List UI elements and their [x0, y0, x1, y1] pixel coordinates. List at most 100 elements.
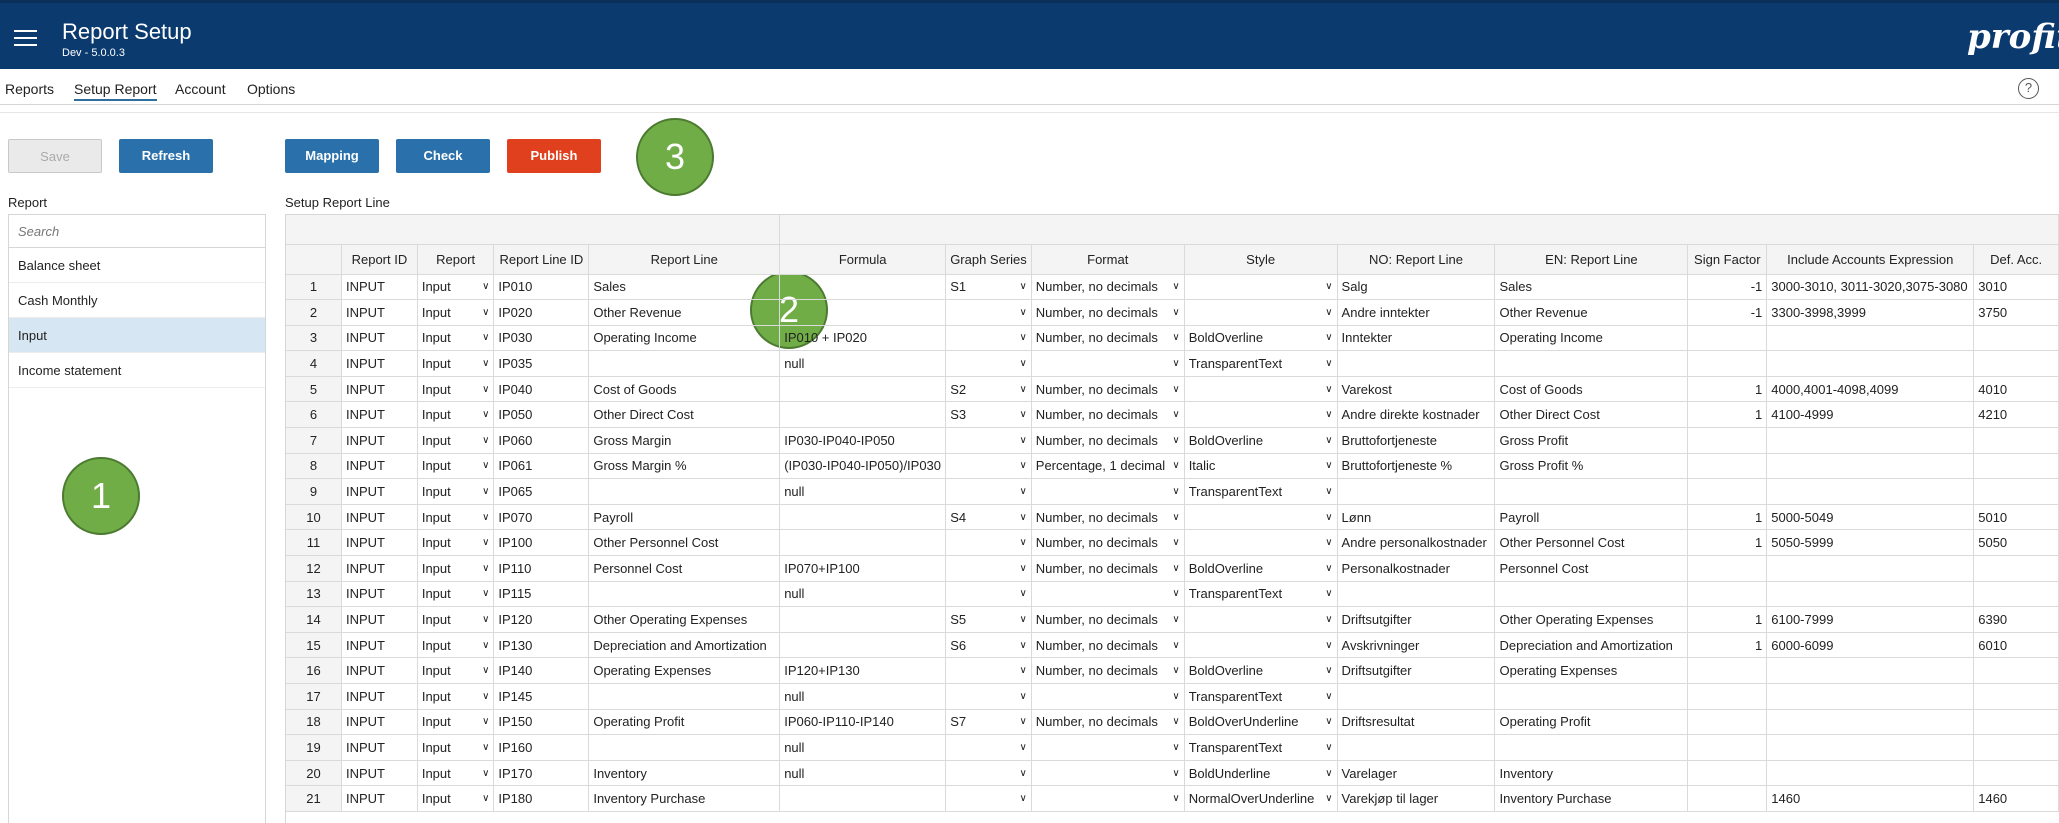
table-row[interactable]: 18 INPUT Input ∨ IP150 Operating Profit IP060-…: [286, 709, 2059, 736]
grid-cell[interactable]: [1973, 709, 2059, 736]
grid-cell[interactable]: 3300-3998,3999: [1766, 299, 1975, 326]
grid-dropdown-cell[interactable]: Input ∨: [417, 299, 495, 326]
grid-cell[interactable]: Gross Margin %: [588, 453, 781, 480]
grid-cell[interactable]: [1766, 581, 1975, 608]
grid-dropdown-cell[interactable]: ∨: [1184, 632, 1338, 659]
grid-cell[interactable]: Andre direkte kostnader: [1337, 401, 1496, 429]
chevron-down-icon[interactable]: ∨: [480, 537, 489, 548]
grid-cell[interactable]: 1: [1687, 529, 1768, 557]
grid-dropdown-cell[interactable]: ∨: [945, 683, 1032, 710]
grid-dropdown-cell[interactable]: ∨: [1031, 734, 1185, 761]
refresh-button[interactable]: Refresh: [119, 139, 213, 173]
grid-cell[interactable]: Other Operating Expenses: [588, 606, 781, 633]
grid-cell[interactable]: [1973, 478, 2059, 505]
chevron-down-icon[interactable]: ∨: [1170, 691, 1179, 702]
chevron-down-icon[interactable]: ∨: [1017, 307, 1026, 318]
grid-dropdown-cell[interactable]: BoldOverline ∨: [1184, 657, 1338, 684]
grid-cell[interactable]: IP110: [493, 555, 590, 582]
grid-cell[interactable]: Driftsresultat: [1337, 709, 1496, 736]
grid-cell[interactable]: [1687, 555, 1768, 582]
grid-cell[interactable]: [779, 299, 947, 326]
grid-dropdown-cell[interactable]: Input ∨: [417, 529, 495, 557]
grid-dropdown-cell[interactable]: ∨: [1031, 478, 1185, 505]
grid-dropdown-cell[interactable]: Number, no decimals ∨: [1031, 709, 1185, 736]
grid-cell[interactable]: [1973, 760, 2059, 787]
table-row[interactable]: 13 INPUT Input ∨ IP115 null ∨ ∨ TransparentText ∨: [286, 581, 2059, 608]
chevron-down-icon[interactable]: ∨: [480, 614, 489, 625]
grid-cell[interactable]: INPUT: [341, 274, 418, 301]
grid-cell[interactable]: Operating Income: [588, 325, 781, 352]
grid-dropdown-cell[interactable]: ∨: [1184, 606, 1338, 633]
grid-cell[interactable]: 1: [1687, 606, 1768, 633]
grid-cell[interactable]: [1494, 350, 1689, 377]
table-row[interactable]: 16 INPUT Input ∨ IP140 Operating Expenses IP12…: [286, 657, 2059, 684]
grid-dropdown-cell[interactable]: S4 ∨: [945, 504, 1032, 531]
grid-dropdown-cell[interactable]: ∨: [1184, 529, 1338, 557]
grid-cell[interactable]: [1687, 453, 1768, 480]
grid-dropdown-cell[interactable]: Input ∨: [417, 478, 495, 505]
grid-cell[interactable]: IP120: [493, 606, 590, 633]
chevron-down-icon[interactable]: ∨: [480, 768, 489, 779]
grid-dropdown-cell[interactable]: BoldUnderline ∨: [1184, 760, 1338, 787]
report-item-cash-monthly[interactable]: Cash Monthly: [9, 283, 265, 318]
grid-cell[interactable]: [779, 785, 947, 812]
grid-cell[interactable]: INPUT: [341, 760, 418, 787]
chevron-down-icon[interactable]: ∨: [1017, 768, 1026, 779]
chevron-down-icon[interactable]: ∨: [1323, 640, 1332, 651]
grid-cell[interactable]: null: [779, 478, 947, 505]
chevron-down-icon[interactable]: ∨: [1323, 358, 1332, 369]
grid-cell[interactable]: [1973, 555, 2059, 582]
chevron-down-icon[interactable]: ∨: [1170, 614, 1179, 625]
grid-cell[interactable]: [1766, 478, 1975, 505]
grid-cell[interactable]: [779, 504, 947, 531]
chevron-down-icon[interactable]: ∨: [1323, 537, 1332, 548]
grid-cell[interactable]: Inventory: [588, 760, 781, 787]
grid-cell[interactable]: IP070+IP100: [779, 555, 947, 582]
chevron-down-icon[interactable]: ∨: [480, 358, 489, 369]
chevron-down-icon[interactable]: ∨: [1323, 665, 1332, 676]
grid-dropdown-cell[interactable]: Number, no decimals ∨: [1031, 376, 1185, 403]
report-item-income-statement[interactable]: Income statement: [9, 353, 265, 388]
chevron-down-icon[interactable]: ∨: [480, 384, 489, 395]
grid-cell[interactable]: INPUT: [341, 350, 418, 377]
column-header[interactable]: Report Line: [588, 244, 781, 275]
table-row[interactable]: 19 INPUT Input ∨ IP160 null ∨ ∨ TransparentText ∨: [286, 734, 2059, 761]
grid-cell[interactable]: INPUT: [341, 632, 418, 659]
grid-cell[interactable]: [1687, 325, 1768, 352]
grid-cell[interactable]: Payroll: [1494, 504, 1689, 531]
chevron-down-icon[interactable]: ∨: [1017, 742, 1026, 753]
grid-cell[interactable]: IP180: [493, 785, 590, 812]
grid-cell[interactable]: IP060: [493, 427, 590, 454]
chevron-down-icon[interactable]: ∨: [480, 716, 489, 727]
grid-cell[interactable]: [1973, 453, 2059, 480]
chevron-down-icon[interactable]: ∨: [1170, 537, 1179, 548]
grid-cell[interactable]: Other Direct Cost: [588, 401, 781, 429]
table-row[interactable]: 10 INPUT Input ∨ IP070 Payroll S4 ∨ Number, no d…: [286, 504, 2059, 531]
table-row[interactable]: 1 INPUT Input ∨ IP010 Sales S1 ∨ Number, no deci…: [286, 274, 2059, 301]
grid-cell[interactable]: Andre inntekter: [1337, 299, 1496, 326]
grid-cell[interactable]: [1337, 478, 1496, 505]
grid-cell[interactable]: (IP030-IP040-IP050)/IP030: [779, 453, 947, 480]
help-icon[interactable]: ?: [2018, 78, 2039, 99]
chevron-down-icon[interactable]: ∨: [1323, 435, 1332, 446]
grid-cell[interactable]: Operating Expenses: [588, 657, 781, 684]
grid-cell[interactable]: IP170: [493, 760, 590, 787]
grid-dropdown-cell[interactable]: Input ∨: [417, 734, 495, 761]
grid-cell[interactable]: IP061: [493, 453, 590, 480]
grid-cell[interactable]: [1687, 581, 1768, 608]
grid-dropdown-cell[interactable]: Number, no decimals ∨: [1031, 325, 1185, 352]
grid-dropdown-cell[interactable]: Input ∨: [417, 657, 495, 684]
grid-cell[interactable]: Driftsutgifter: [1337, 606, 1496, 633]
grid-cell[interactable]: [1766, 427, 1975, 454]
grid-cell[interactable]: Operating Income: [1494, 325, 1689, 352]
report-item-input[interactable]: Input: [9, 318, 265, 353]
grid-cell[interactable]: [779, 632, 947, 659]
grid-cell[interactable]: Inventory: [1494, 760, 1689, 787]
chevron-down-icon[interactable]: ∨: [1170, 563, 1179, 574]
chevron-down-icon[interactable]: ∨: [1170, 793, 1179, 804]
chevron-down-icon[interactable]: ∨: [1017, 512, 1026, 523]
grid-cell[interactable]: 5050: [1973, 529, 2059, 557]
grid-cell[interactable]: INPUT: [341, 401, 418, 429]
table-row[interactable]: 3 INPUT Input ∨ IP030 Operating Income IP010 +…: [286, 325, 2059, 352]
grid-dropdown-cell[interactable]: Input ∨: [417, 427, 495, 454]
